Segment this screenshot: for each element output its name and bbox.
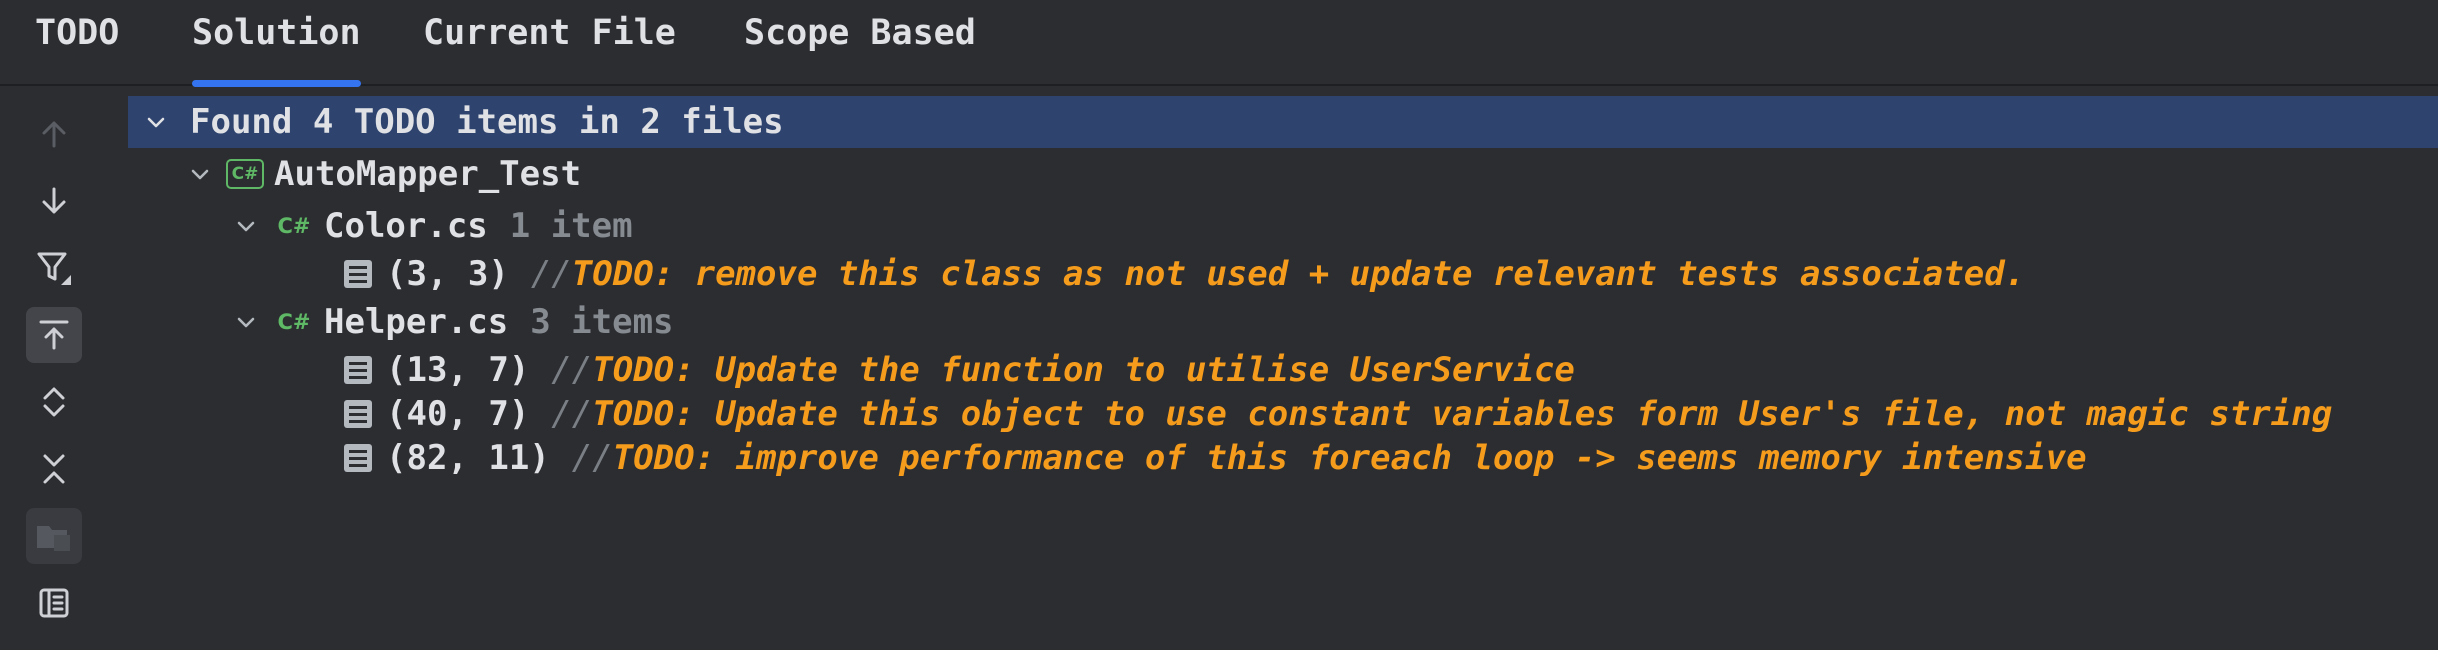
todo-toolbar xyxy=(0,86,108,650)
chevron-down-icon[interactable] xyxy=(138,104,174,140)
group-by-module-button[interactable] xyxy=(26,508,82,564)
todo-position: (40, 7) xyxy=(386,394,530,434)
tree-file-row[interactable]: C# Helper.cs 3 items xyxy=(128,296,2438,348)
chevron-down-icon[interactable] xyxy=(182,156,218,192)
todo-item-row[interactable]: (82, 11) // TODO: improve performance of… xyxy=(128,432,2438,484)
todo-text: TODO: improve performance of this foreac… xyxy=(612,438,2087,478)
collapse-all-icon xyxy=(43,454,65,484)
todo-tool-window: TODO Solution Current File Scope Based F… xyxy=(0,0,2438,650)
project-name: AutoMapper_Test xyxy=(274,154,582,194)
expand-all-button[interactable] xyxy=(26,374,82,430)
comment-prefix: // xyxy=(551,350,593,390)
tree-root-row[interactable]: Found 4 TODO items in 2 files xyxy=(128,96,2438,148)
chevron-down-icon[interactable] xyxy=(228,208,264,244)
filter-button[interactable] xyxy=(26,240,82,296)
tree-file-row[interactable]: C# Color.cs 1 item xyxy=(128,200,2438,252)
todo-position: (82, 11) xyxy=(386,438,550,478)
next-todo-button[interactable] xyxy=(26,173,82,229)
csharp-file-icon: C# xyxy=(277,214,311,238)
item-count: 1 item xyxy=(509,206,633,246)
preview-panel-icon xyxy=(39,588,69,618)
todo-item-icon xyxy=(344,400,372,428)
file-name: Color.cs xyxy=(324,206,488,246)
tree-project-row[interactable]: C# AutoMapper_Test xyxy=(128,148,2438,200)
autoscroll-icon xyxy=(39,320,69,350)
item-count: 3 items xyxy=(530,302,674,342)
todo-item-row[interactable]: (3, 3) // TODO: remove this class as not… xyxy=(128,248,2438,300)
todo-item-icon xyxy=(344,444,372,472)
arrow-down-icon xyxy=(42,187,66,214)
arrow-up-icon xyxy=(42,121,66,148)
tab-bar: TODO Solution Current File Scope Based xyxy=(0,0,2438,87)
file-name: Helper.cs xyxy=(324,302,509,342)
tab-solution[interactable]: Solution xyxy=(192,0,361,87)
collapse-all-button[interactable] xyxy=(26,441,82,497)
tab-current-file[interactable]: Current File xyxy=(423,0,676,86)
todo-position: (13, 7) xyxy=(386,350,530,390)
group-by-module-icon xyxy=(37,526,70,551)
comment-prefix: // xyxy=(571,438,613,478)
todo-text: TODO: Update the function to utilise Use… xyxy=(592,350,1575,390)
csharp-project-icon: C# xyxy=(226,159,264,189)
csharp-file-icon: C# xyxy=(277,310,311,334)
todo-summary: Found 4 TODO items in 2 files xyxy=(190,102,784,142)
autoscroll-to-source-button[interactable] xyxy=(26,307,82,363)
todo-position: (3, 3) xyxy=(386,254,509,294)
filter-icon xyxy=(37,252,71,285)
comment-prefix: // xyxy=(530,254,572,294)
expand-all-icon xyxy=(43,387,65,417)
chevron-down-icon[interactable] xyxy=(228,304,264,340)
todo-text: TODO: Update this object to use constant… xyxy=(592,394,2333,434)
todo-tree: Found 4 TODO items in 2 files C# AutoMap… xyxy=(108,86,2438,650)
todo-text: TODO: remove this class as not used + up… xyxy=(571,254,2026,294)
todo-item-icon xyxy=(344,260,372,288)
tab-todo[interactable]: TODO xyxy=(35,0,119,86)
comment-prefix: // xyxy=(551,394,593,434)
preview-panel-button[interactable] xyxy=(26,575,82,631)
previous-todo-button[interactable] xyxy=(26,106,82,162)
tab-scope-based[interactable]: Scope Based xyxy=(744,0,976,86)
todo-item-icon xyxy=(344,356,372,384)
